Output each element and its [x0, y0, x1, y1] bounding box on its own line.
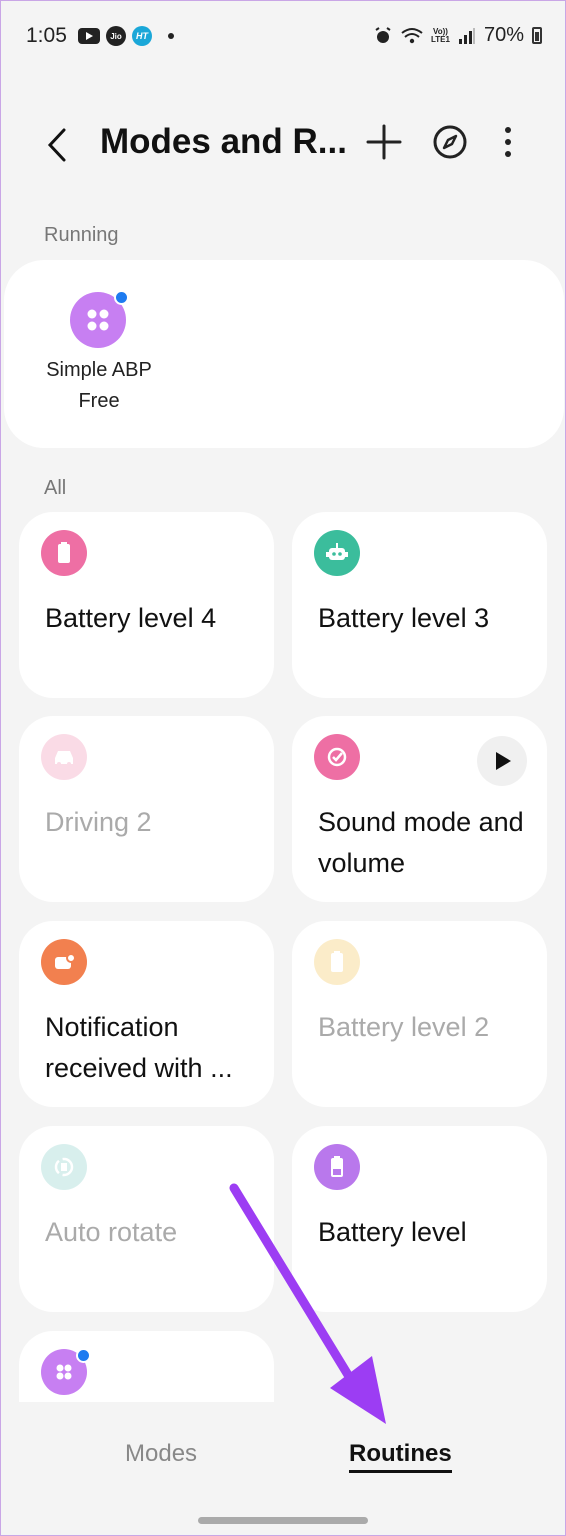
status-notification-icons: Jio HT: [78, 26, 174, 46]
jio-icon: Jio: [106, 26, 126, 46]
card-label: Driving 2: [45, 807, 152, 837]
routine-card-driving-2[interactable]: Driving 2: [19, 716, 274, 902]
more-options-icon[interactable]: [486, 120, 530, 164]
section-all-label: All: [44, 477, 67, 499]
card-label: Auto rotate: [45, 1217, 178, 1247]
card-label: Battery level 2: [318, 1012, 490, 1042]
youtube-icon: [78, 28, 100, 44]
running-card: [4, 260, 564, 448]
volte-indicator: Vo)) LTE1: [431, 26, 450, 44]
card-label: Battery level 3: [318, 603, 490, 633]
home-indicator: [198, 1517, 368, 1524]
running-badge: [76, 1348, 91, 1363]
routine-card-battery-level-2[interactable]: Battery level 2: [292, 921, 547, 1107]
card-label: Sound mode and volume: [318, 807, 524, 878]
routine-card-battery-level-3[interactable]: Battery level 3: [292, 512, 547, 698]
page-title: Modes and R...: [100, 122, 347, 161]
routine-card-sound-mode[interactable]: Sound mode and volume: [292, 716, 547, 902]
signal-icon: [458, 27, 475, 44]
running-item-label[interactable]: Simple ABP Free: [30, 355, 168, 417]
app-header: Modes and R...: [0, 110, 566, 180]
bottom-navigation: Modes Routines: [0, 1402, 566, 1536]
battery-icon: [41, 530, 87, 576]
status-time: 1:05: [26, 24, 67, 47]
status-system-icons: Vo)) LTE1 70%: [373, 24, 542, 47]
discover-icon[interactable]: [428, 120, 472, 164]
running-badge: [114, 290, 129, 305]
alarm-icon: [375, 26, 391, 43]
card-label: Battery level: [318, 1217, 467, 1247]
routine-card-auto-rotate[interactable]: Auto rotate: [19, 1126, 274, 1312]
section-running-label: Running: [44, 224, 119, 246]
check-circle-icon: [314, 734, 360, 780]
battery-icon: [314, 939, 360, 985]
rotate-icon: [41, 1144, 87, 1190]
tab-modes[interactable]: Modes: [125, 1440, 197, 1468]
play-icon[interactable]: [477, 736, 527, 786]
status-bar: 1:05 Jio HT Vo)) LTE1 70%: [0, 0, 566, 70]
tab-routines[interactable]: Routines: [349, 1440, 452, 1473]
battery-icon: [314, 1144, 360, 1190]
card-label: Battery level 4: [45, 603, 217, 633]
routine-card-notification-received[interactable]: Notification received with ...: [19, 921, 274, 1107]
routine-card-battery-level-4[interactable]: Battery level 4: [19, 512, 274, 698]
notification-icon: [41, 939, 87, 985]
back-icon[interactable]: [40, 118, 80, 168]
card-label: Notification received with ...: [45, 1012, 233, 1083]
robot-icon: [314, 530, 360, 576]
add-icon[interactable]: [362, 120, 406, 164]
battery-status-icon: [532, 27, 542, 44]
car-icon: [41, 734, 87, 780]
routine-card-battery-level[interactable]: Battery level: [292, 1126, 547, 1312]
wifi-icon: [401, 27, 423, 43]
battery-percent: 70%: [483, 24, 524, 46]
ht-icon: HT: [132, 26, 152, 46]
more-notifications-dot: [168, 33, 174, 39]
